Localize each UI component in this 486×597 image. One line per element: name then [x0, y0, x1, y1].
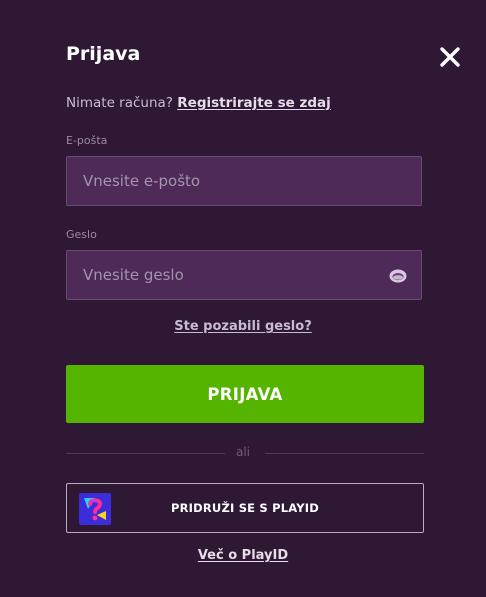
email-label: E-pošta	[66, 134, 108, 147]
password-label: Geslo	[66, 228, 97, 241]
divider-line-right	[265, 453, 424, 454]
login-modal: Prijava Nimate računa? Registrirajte se …	[0, 0, 486, 597]
email-field-container	[66, 156, 422, 206]
close-icon[interactable]	[436, 43, 464, 71]
playid-more-row: Več o PlayID	[0, 548, 486, 563]
playid-button[interactable]: PRIDRUŽI SE S PLAYID	[66, 483, 424, 533]
forgot-password-link[interactable]: Ste pozabili geslo?	[174, 319, 311, 334]
password-field[interactable]	[67, 251, 421, 299]
signup-prompt-line: Nimate računa? Registrirajte se zdaj	[66, 95, 331, 111]
signup-link[interactable]: Registrirajte se zdaj	[177, 95, 330, 111]
playid-button-label: PRIDRUŽI SE S PLAYID	[170, 501, 320, 515]
password-field-container	[66, 250, 422, 300]
eye-icon[interactable]	[389, 267, 407, 285]
signup-prompt: Nimate računa?	[66, 95, 173, 111]
email-field[interactable]	[67, 157, 421, 205]
playid-more-link[interactable]: Več o PlayID	[198, 548, 288, 563]
divider-text: ali	[235, 445, 251, 459]
login-button[interactable]: PRIJAVA	[66, 365, 424, 423]
modal-title: Prijava	[66, 43, 141, 65]
forgot-password-row: Ste pozabili geslo?	[0, 319, 486, 334]
